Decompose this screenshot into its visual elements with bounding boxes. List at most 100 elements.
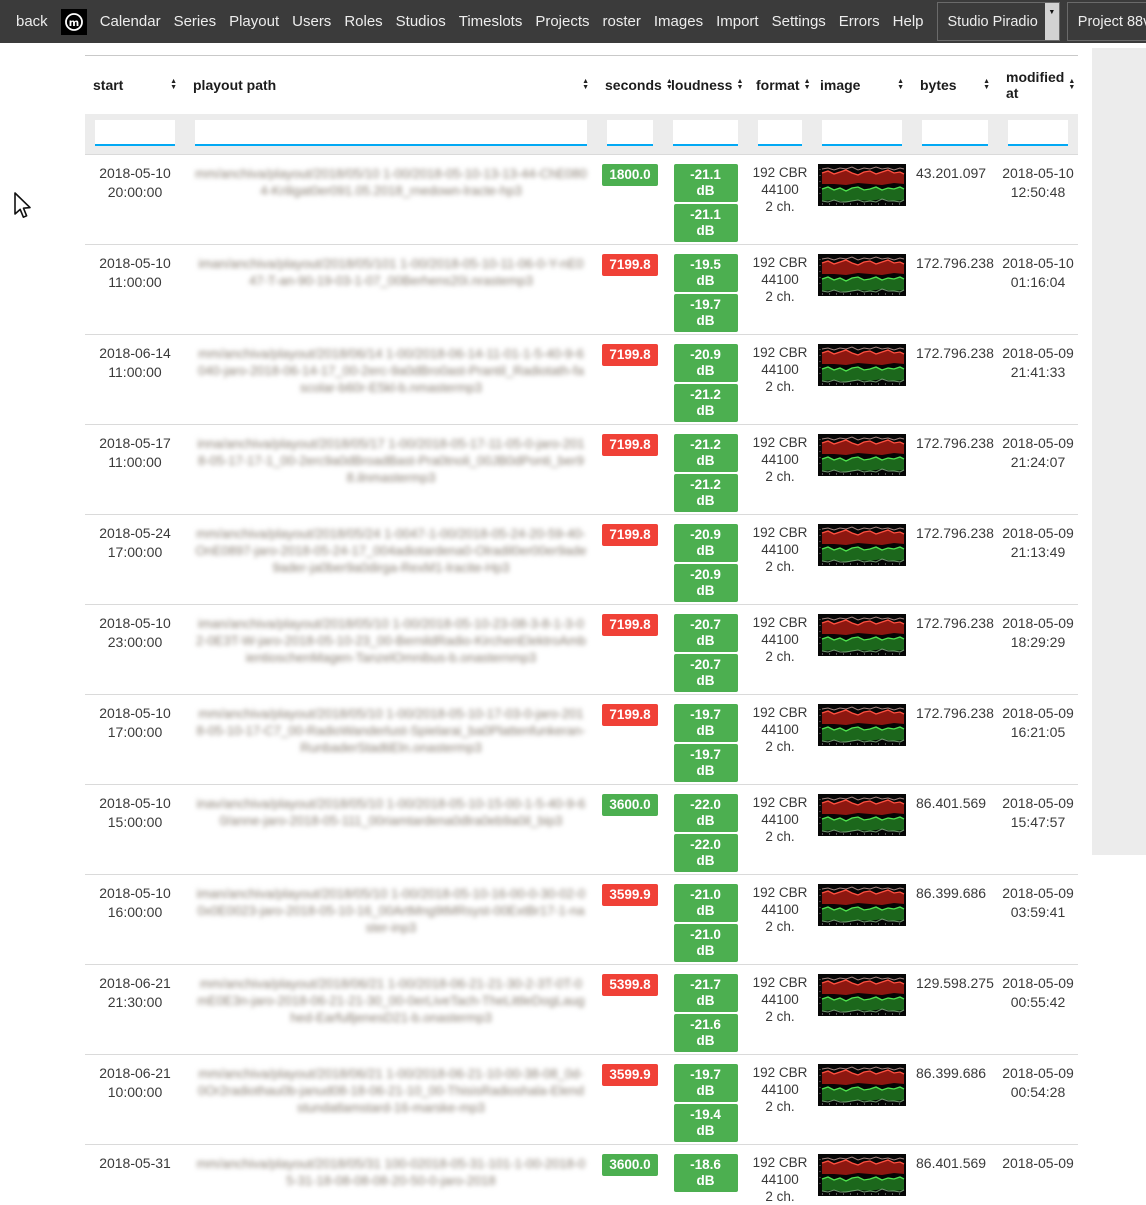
start-time: 20:00:00 <box>89 183 181 202</box>
nav-item-series[interactable]: Series <box>174 13 217 30</box>
sort-icon: ▲▼ <box>897 79 904 91</box>
loudness-badge-2: -21.2 dB <box>674 384 738 422</box>
filter-input-playout-path[interactable] <box>195 120 587 146</box>
nav-item-settings[interactable]: Settings <box>772 13 826 30</box>
waveform-thumbnail <box>818 794 906 836</box>
redacted-path-text: mm/anchiva/playout/2018/05/24 1-0047-1-0… <box>195 525 587 576</box>
start-date: 2018-05-10 <box>89 614 181 633</box>
loudness-badge-2: -21.2 dB <box>674 474 738 512</box>
col-header-format[interactable]: format▲▼ <box>748 56 812 114</box>
loudness-cell: -18.6 dB <box>663 1144 748 1205</box>
format-bitrate: 192 CBR <box>752 974 808 991</box>
loudness-badge-1: -21.7 dB <box>674 974 738 1012</box>
filter-input-seconds[interactable] <box>607 120 653 146</box>
col-header-playout-path[interactable]: playout path▲▼ <box>185 56 597 114</box>
col-header-loudness[interactable]: loudness▲▼ <box>663 56 748 114</box>
bytes-cell: 172.796.238 <box>912 604 998 694</box>
nav-item-errors[interactable]: Errors <box>839 13 880 30</box>
filter-input-start[interactable] <box>95 120 175 146</box>
col-header-seconds[interactable]: seconds▲▼ <box>597 56 663 114</box>
nav-item-import[interactable]: Import <box>716 13 759 30</box>
table-body: 2018-05-10 20:00:00 mm/anchiva/playout/2… <box>85 154 1078 1205</box>
col-header-start[interactable]: start▲▼ <box>85 56 185 114</box>
col-header-image[interactable]: image▲▼ <box>812 56 912 114</box>
sort-icon: ▲▼ <box>804 79 811 91</box>
seconds-badge: 3600.0 <box>602 1154 658 1176</box>
image-cell <box>812 694 912 784</box>
nav-item-calendar[interactable]: Calendar <box>100 13 161 30</box>
nav-item-roles[interactable]: Roles <box>344 13 382 30</box>
loudness-badge-2: -19.7 dB <box>674 744 738 782</box>
modified-time: 21:24:07 <box>1002 453 1074 472</box>
modified-date: 2018-05-09 <box>1002 524 1074 543</box>
sort-icon: ▲▼ <box>1068 79 1075 91</box>
modified-date: 2018-05-10 <box>1002 164 1074 183</box>
seconds-cell: 7199.8 <box>597 604 663 694</box>
sort-icon: ▲▼ <box>170 79 177 91</box>
filter-input-modified-at[interactable] <box>1008 120 1068 146</box>
loudness-badge-1: -21.0 dB <box>674 884 738 922</box>
modified-time: 01:16:04 <box>1002 273 1074 292</box>
modified-cell: 2018-05-09 00:55:42 <box>998 964 1078 1054</box>
image-cell <box>812 1144 912 1205</box>
bytes-value: 172.796.238 <box>916 525 994 541</box>
bytes-value: 43.201.097 <box>916 165 986 181</box>
loudness-badge-1: -18.6 dB <box>674 1154 738 1192</box>
image-cell <box>812 784 912 874</box>
loudness-cell: -19.7 dB -19.7 dB <box>663 694 748 784</box>
playout-path-cell: mm/anchiva/playout/2018/05/10 1-00/2018-… <box>185 154 597 244</box>
bytes-cell: 86.399.686 <box>912 874 998 964</box>
seconds-cell: 3600.0 <box>597 1144 663 1205</box>
start-cell: 2018-05-31 <box>85 1144 185 1205</box>
station-logo-icon: m <box>61 9 87 35</box>
waveform-thumbnail <box>818 164 906 206</box>
format-cell: 192 CBR 44100 2 ch. <box>748 1054 812 1144</box>
table-row: 2018-05-17 11:00:00 inna/anchiva/playout… <box>85 424 1078 514</box>
modified-cell: 2018-05-10 12:50:48 <box>998 154 1078 244</box>
start-date: 2018-05-10 <box>89 164 181 183</box>
loudness-badge-1: -21.2 dB <box>674 434 738 472</box>
nav-item-studios[interactable]: Studios <box>396 13 446 30</box>
nav-item-projects[interactable]: Projects <box>535 13 589 30</box>
format-samplerate: 44100 <box>752 271 808 288</box>
col-header-modified-at[interactable]: modified at▲▼ <box>998 56 1078 114</box>
nav-item-help[interactable]: Help <box>893 13 924 30</box>
format-cell: 192 CBR 44100 2 ch. <box>748 694 812 784</box>
loudness-cell: -20.7 dB -20.7 dB <box>663 604 748 694</box>
bytes-cell: 43.201.097 <box>912 154 998 244</box>
filter-input-bytes[interactable] <box>922 120 988 146</box>
modified-date: 2018-05-09 <box>1002 974 1074 993</box>
modified-time: 00:55:42 <box>1002 993 1074 1012</box>
nav-item-timeslots[interactable]: Timeslots <box>459 13 523 30</box>
modified-cell: 2018-05-09 00:54:28 <box>998 1054 1078 1144</box>
project-select[interactable]: Project 88vier ▼ <box>1067 2 1146 41</box>
nav-item-playout[interactable]: Playout <box>229 13 279 30</box>
nav-back[interactable]: back <box>16 13 48 30</box>
nav-item-roster[interactable]: roster <box>603 13 641 30</box>
bytes-cell: 86.399.686 <box>912 1054 998 1144</box>
playout-path-cell: mm/anchiva/playout/2018/05/24 1-0047-1-0… <box>185 514 597 604</box>
waveform-thumbnail <box>818 434 906 476</box>
bytes-value: 172.796.238 <box>916 345 994 361</box>
modified-cell: 2018-05-09 21:24:07 <box>998 424 1078 514</box>
modified-date: 2018-05-09 <box>1002 1154 1074 1173</box>
col-header-bytes[interactable]: bytes▲▼ <box>912 56 998 114</box>
modified-cell: 2018-05-09 16:21:05 <box>998 694 1078 784</box>
filter-input-loudness[interactable] <box>673 120 738 146</box>
nav-item-users[interactable]: Users <box>292 13 331 30</box>
filter-input-format[interactable] <box>758 120 802 146</box>
nav-item-images[interactable]: Images <box>654 13 703 30</box>
bytes-cell: 172.796.238 <box>912 694 998 784</box>
start-cell: 2018-06-21 21:30:00 <box>85 964 185 1054</box>
studio-select[interactable]: Studio Piradio ▼ <box>937 2 1060 41</box>
start-time: 21:30:00 <box>89 993 181 1012</box>
start-cell: 2018-06-21 10:00:00 <box>85 1054 185 1144</box>
image-cell <box>812 154 912 244</box>
start-time: 16:00:00 <box>89 903 181 922</box>
loudness-badge-1: -20.7 dB <box>674 614 738 652</box>
start-date: 2018-06-14 <box>89 344 181 363</box>
loudness-badge-1: -21.1 dB <box>674 164 738 202</box>
waveform-thumbnail <box>818 614 906 656</box>
seconds-badge: 7199.8 <box>602 344 658 366</box>
filter-input-image[interactable] <box>822 120 902 146</box>
